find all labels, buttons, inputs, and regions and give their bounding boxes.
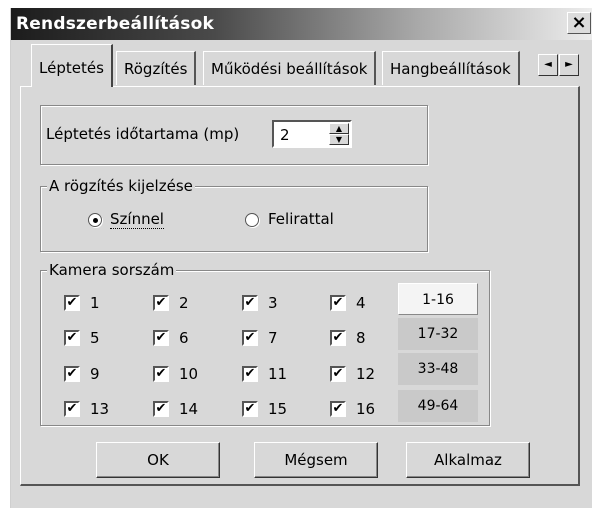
arrow-right-icon: ►	[565, 59, 573, 70]
camera-checkbox[interactable]: ✔	[242, 295, 258, 311]
arrow-down-icon: ▼	[335, 135, 343, 144]
camera-group-title: Kamera sorszám	[47, 261, 177, 279]
camera-checkbox[interactable]: ✔	[330, 295, 346, 311]
spin-buttons: ▲ ▼	[329, 123, 349, 145]
camera-checkbox-label: 9	[90, 365, 100, 383]
checkmark-icon: ✔	[155, 330, 167, 345]
camera-checkbox-label: 4	[356, 294, 366, 312]
camera-checkbox[interactable]: ✔	[153, 330, 169, 346]
camera-checkbox[interactable]: ✔	[153, 295, 169, 311]
camera-checkbox[interactable]: ✔	[330, 330, 346, 346]
checkmark-icon: ✔	[244, 401, 256, 416]
tab-rogzites[interactable]: Rögzítés	[116, 51, 197, 85]
camera-checkbox-label: 16	[356, 400, 376, 418]
title-bar: Rendszerbeállítások ×	[11, 8, 592, 40]
camera-checkbox-label: 12	[356, 365, 376, 383]
step-duration-value[interactable]: 2	[280, 126, 290, 144]
checkmark-icon: ✔	[66, 366, 78, 381]
camera-checkbox[interactable]: ✔	[242, 330, 258, 346]
range-button-17-32[interactable]: 17-32	[398, 318, 478, 350]
camera-checkbox[interactable]: ✔	[64, 330, 80, 346]
checkmark-icon: ✔	[332, 330, 344, 345]
tab-leptetes[interactable]: Léptetés	[31, 44, 113, 87]
checkmark-icon: ✔	[66, 401, 78, 416]
tab-label: Léptetés	[39, 59, 104, 77]
tab-scroll-left-button[interactable]: ◄	[538, 54, 558, 76]
tab-label: Hangbeállítások	[390, 60, 511, 78]
camera-checkbox-label: 5	[90, 329, 100, 347]
close-button[interactable]: ×	[567, 12, 591, 34]
camera-checkbox[interactable]: ✔	[242, 366, 258, 382]
checkmark-icon: ✔	[66, 295, 78, 310]
radio-caption-label[interactable]: Felirattal	[268, 210, 334, 228]
tab-label: Működési beállítások	[211, 60, 368, 78]
range-button-1-16[interactable]: 1-16	[398, 283, 478, 315]
camera-checkbox-label: 10	[179, 365, 199, 383]
checkmark-icon: ✔	[332, 401, 344, 416]
checkmark-icon: ✔	[332, 366, 344, 381]
camera-checkbox-label: 2	[179, 294, 189, 312]
range-button-33-48[interactable]: 33-48	[398, 353, 478, 385]
camera-checkbox[interactable]: ✔	[330, 401, 346, 417]
record-display-title: A rögzítés kijelzése	[47, 177, 195, 195]
spin-down-button[interactable]: ▼	[329, 134, 349, 145]
range-button-49-64[interactable]: 49-64	[398, 390, 478, 422]
step-duration-label: Léptetés időtartama (mp)	[46, 125, 240, 143]
apply-button[interactable]: Alkalmaz	[406, 442, 530, 478]
arrow-up-icon: ▲	[335, 124, 343, 133]
camera-checkbox[interactable]: ✔	[64, 401, 80, 417]
camera-checkbox[interactable]: ✔	[64, 366, 80, 382]
spin-up-button[interactable]: ▲	[329, 123, 349, 134]
camera-checkbox[interactable]: ✔	[153, 366, 169, 382]
checkmark-icon: ✔	[155, 401, 167, 416]
camera-checkbox[interactable]: ✔	[64, 295, 80, 311]
checkmark-icon: ✔	[155, 295, 167, 310]
tab-mukodesi-beallitasok[interactable]: Működési beállítások	[203, 51, 377, 85]
camera-checkbox[interactable]: ✔	[153, 401, 169, 417]
camera-checkbox-label: 13	[90, 400, 110, 418]
ok-button[interactable]: OK	[96, 442, 220, 478]
camera-checkbox-label: 1	[90, 294, 100, 312]
radio-color[interactable]	[88, 213, 102, 227]
step-duration-spinner[interactable]: 2 ▲ ▼	[272, 120, 352, 148]
camera-checkbox-label: 6	[179, 329, 189, 347]
radio-caption[interactable]	[245, 213, 259, 227]
camera-checkbox-label: 8	[356, 329, 366, 347]
camera-checkbox-label: 7	[268, 329, 278, 347]
tab-label: Rögzítés	[124, 60, 188, 78]
checkmark-icon: ✔	[244, 366, 256, 381]
arrow-left-icon: ◄	[544, 59, 552, 70]
camera-checkbox-label: 3	[268, 294, 278, 312]
tab-scroll-right-button[interactable]: ►	[559, 54, 579, 76]
checkmark-icon: ✔	[66, 330, 78, 345]
camera-checkbox-label: 14	[179, 400, 199, 418]
checkmark-icon: ✔	[155, 366, 167, 381]
dialog-title: Rendszerbeállítások	[16, 14, 214, 34]
camera-checkbox[interactable]: ✔	[242, 401, 258, 417]
cancel-button[interactable]: Mégsem	[254, 442, 378, 478]
camera-checkbox-label: 15	[268, 400, 288, 418]
radio-color-label[interactable]: Színnel	[110, 210, 164, 229]
camera-checkbox[interactable]: ✔	[330, 366, 346, 382]
camera-checkbox-label: 11	[268, 365, 288, 383]
checkmark-icon: ✔	[244, 295, 256, 310]
checkmark-icon: ✔	[332, 295, 344, 310]
checkmark-icon: ✔	[244, 330, 256, 345]
tab-hangbeallitasok[interactable]: Hangbeállítások	[382, 51, 520, 85]
